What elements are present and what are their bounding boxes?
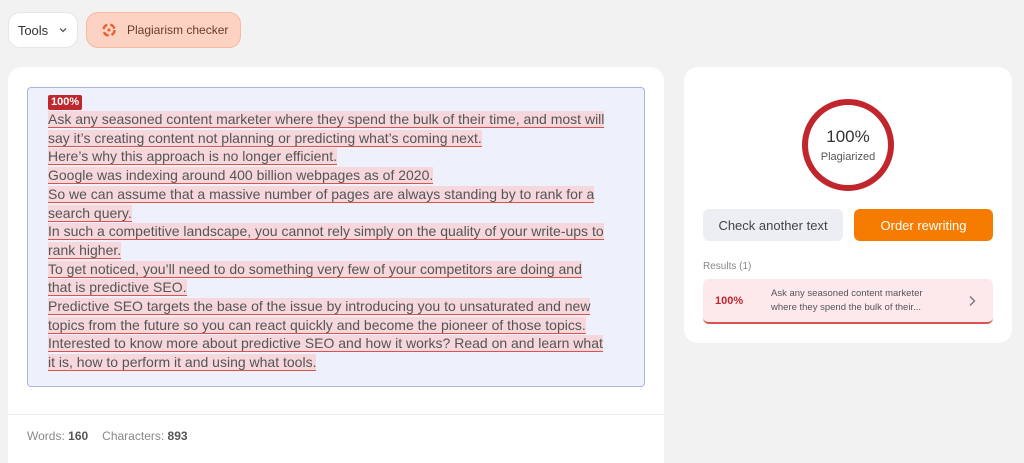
order-rewriting-button[interactable]: Order rewriting <box>854 209 993 241</box>
results-heading: Results (1) <box>703 261 752 272</box>
text-input-area[interactable]: 100% Ask any seasoned content marketer w… <box>27 87 645 387</box>
score-label: Plagiarized <box>820 151 876 163</box>
checked-text: Ask any seasoned content marketer where … <box>48 110 608 372</box>
tool-name: Plagiarism checker <box>127 23 229 37</box>
chevron-right-icon <box>969 296 976 306</box>
highlighted-sentence[interactable]: Interested to know more about predictive… <box>48 335 603 372</box>
editor-card: 100% Ask any seasoned content marketer w… <box>8 67 664 463</box>
check-another-text-button[interactable]: Check another text <box>703 209 843 241</box>
chevron-down-icon <box>59 28 67 33</box>
plagiarism-score-ring: 100% Plagiarized <box>800 97 896 193</box>
score-percent: 100% <box>826 127 870 146</box>
highlighted-sentence[interactable]: To get noticed, you’ll need to do someth… <box>48 260 582 297</box>
result-item[interactable]: 100% Ask any seasoned content marketer w… <box>703 279 993 324</box>
plagiarism-logo-icon <box>102 23 116 37</box>
match-percent-badge: 100% <box>48 95 83 110</box>
divider <box>8 414 664 415</box>
result-card: 100% Plagiarized Check another text Orde… <box>684 67 1012 343</box>
tools-label: Tools <box>17 22 49 38</box>
tools-dropdown[interactable]: Tools <box>8 12 78 48</box>
result-item-percent: 100% <box>715 294 744 307</box>
text-counts: Words: 160 Characters: 893 <box>27 429 188 443</box>
character-count: Characters: 893 <box>102 429 188 443</box>
highlighted-sentence[interactable]: So we can assume that a massive number o… <box>48 185 595 222</box>
result-item-snippet: Ask any seasoned content marketer where … <box>771 287 923 313</box>
highlighted-sentence[interactable]: Ask any seasoned content marketer where … <box>48 111 605 147</box>
highlighted-sentence[interactable]: Predictive SEO targets the base of the i… <box>48 298 591 334</box>
tool-plagiarism-checker[interactable]: Plagiarism checker <box>86 12 241 48</box>
highlighted-sentence[interactable]: In such a competitive landscape, you can… <box>48 223 604 259</box>
word-count: Words: 160 <box>27 429 89 443</box>
highlighted-sentence[interactable]: Google was indexing around 400 billion w… <box>48 167 434 185</box>
highlighted-sentence[interactable]: Here’s why this approach is no longer ef… <box>48 148 337 166</box>
